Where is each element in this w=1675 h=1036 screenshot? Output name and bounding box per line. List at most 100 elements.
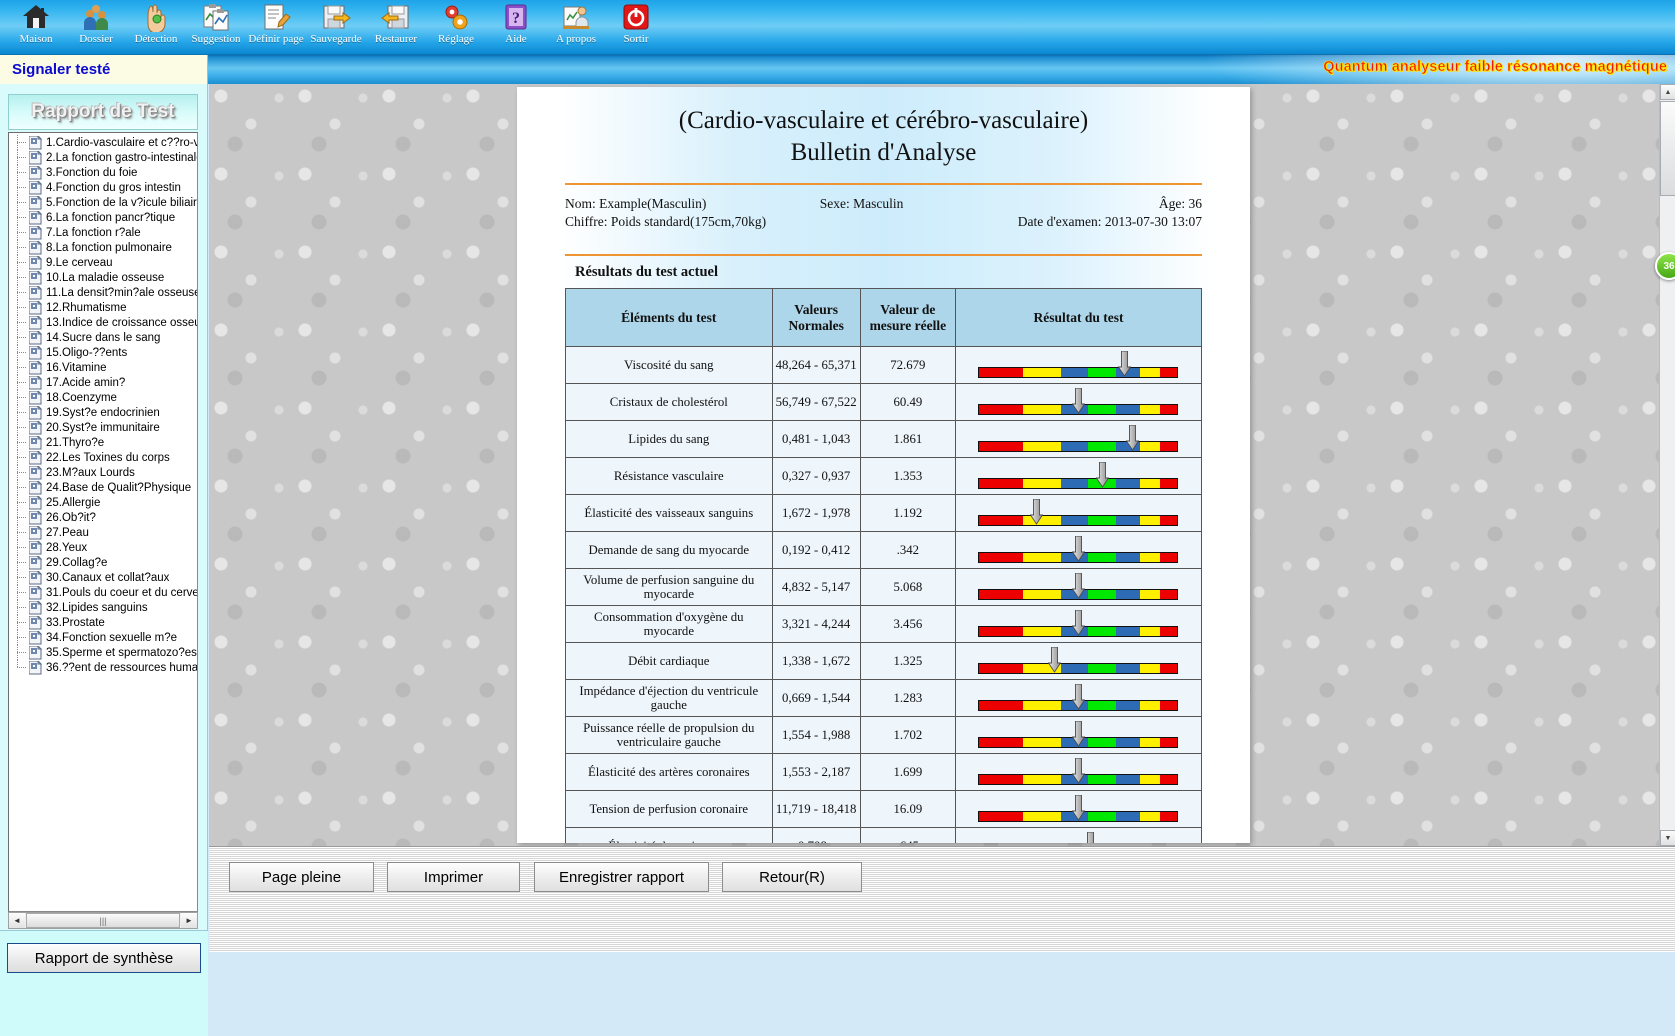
toolbar-item-dossier[interactable]: Dossier (66, 0, 126, 55)
toolbar-item-d-finir-page[interactable]: Définir page (246, 0, 306, 55)
toolbar-item-sortir[interactable]: Sortir (606, 0, 666, 55)
tree-item-1[interactable]: 1.Cardio-vasculaire et c??ro-vascu (9, 135, 197, 150)
cell-element: Tension de perfusion coronaire (566, 791, 773, 828)
scroll-right-arrow-icon[interactable]: ► (181, 913, 197, 928)
gauge-segment (1116, 812, 1140, 821)
tree-item-7[interactable]: 7.La fonction r?ale (9, 225, 197, 240)
toolbar-item-r-glage[interactable]: Réglage (426, 0, 486, 55)
toolbar-item-suggestion[interactable]: Suggestion (186, 0, 246, 55)
tree-item-11[interactable]: 11.La densit?min?ale osseuse (9, 285, 197, 300)
gauge-bar (978, 367, 1178, 378)
gauge-segment (1088, 812, 1116, 821)
document-icon (29, 451, 42, 465)
tree-item-30[interactable]: 30.Canaux et collat?aux (9, 570, 197, 585)
tree-item-24[interactable]: 24.Base de Qualit?Physique (9, 480, 197, 495)
toolbar-item-a-propos[interactable]: A propos (546, 0, 606, 55)
tree-item-2[interactable]: 2.La fonction gastro-intestinale (9, 150, 197, 165)
tree-item-9[interactable]: 9.Le cerveau (9, 255, 197, 270)
gauge-segment (1140, 701, 1160, 710)
tree-item-6[interactable]: 6.La fonction pancr?tique (9, 210, 197, 225)
toolbar-item-aide[interactable]: ?Aide (486, 0, 546, 55)
tree-item-27[interactable]: 27.Peau (9, 525, 197, 540)
tree-connector-icon (13, 525, 29, 540)
tree-item-31[interactable]: 31.Pouls du coeur et du cerveau (9, 585, 197, 600)
tree-item-19[interactable]: 19.Syst?e endocrinien (9, 405, 197, 420)
table-row: Élasticité des vaisseaux sanguins1,672 -… (566, 495, 1202, 532)
toolbar-item-sauvegarde[interactable]: Sauvegarde (306, 0, 366, 55)
tree-item-28[interactable]: 28.Yeux (9, 540, 197, 555)
tree-item-33[interactable]: 33.Prostate (9, 615, 197, 630)
tree-item-14[interactable]: 14.Sucre dans le sang (9, 330, 197, 345)
imprimer-button[interactable]: Imprimer (387, 862, 520, 892)
gauge-marker-arrow-icon (1072, 684, 1085, 710)
backup-save-icon (321, 2, 351, 32)
tree-connector-icon (13, 195, 29, 210)
tree-item-26[interactable]: 26.Ob?it? (9, 510, 197, 525)
gauge-marker-arrow-icon (1118, 351, 1131, 377)
cell-element: Viscosité du sang (566, 347, 773, 384)
tree-item-label: 17.Acide amin? (46, 377, 125, 389)
tree-connector-icon (13, 540, 29, 555)
toolbar-item-restaurer[interactable]: Restaurer (366, 0, 426, 55)
tree-item-32[interactable]: 32.Lipides sanguins (9, 600, 197, 615)
tree-scroll-thumb[interactable]: ||| (26, 913, 180, 928)
enregistrer-rapport-button[interactable]: Enregistrer rapport (534, 862, 709, 892)
scroll-up-arrow-icon[interactable]: ▲ (1660, 84, 1675, 100)
toolbar-item-d-tection[interactable]: Détection (126, 0, 186, 55)
toolbar-item-maison[interactable]: Maison (6, 0, 66, 55)
scroll-left-arrow-icon[interactable]: ◄ (9, 913, 25, 928)
tree-item-label: 16.Vitamine (46, 362, 107, 374)
scroll-down-arrow-icon[interactable]: ▼ (1660, 830, 1675, 846)
cell-measured-value: 5.068 (860, 569, 955, 606)
tree-item-label: 25.Allergie (46, 497, 100, 509)
tree-connector-icon (13, 225, 29, 240)
gauge-segment (1088, 775, 1116, 784)
tree-connector-icon (13, 405, 29, 420)
rapport-de-synthese-button[interactable]: Rapport de synthèse (7, 943, 201, 973)
report-tree[interactable]: 1.Cardio-vasculaire et c??ro-vascu2.La f… (8, 132, 198, 912)
tree-item-20[interactable]: 20.Syst?e immunitaire (9, 420, 197, 435)
toolbar-item-label: Sortir (623, 33, 648, 45)
gauge-marker-arrow-icon (1084, 832, 1097, 843)
cell-result-bar (955, 532, 1201, 569)
tree-connector-icon (13, 645, 29, 660)
tree-item-13[interactable]: 13.Indice de croissance osseuse (9, 315, 197, 330)
document-icon (29, 226, 42, 240)
tree-item-21[interactable]: 21.Thyro?e (9, 435, 197, 450)
tree-item-35[interactable]: 35.Sperme et spermatozo?es (9, 645, 197, 660)
tree-horizontal-scrollbar[interactable]: ◄ ||| ► (8, 912, 198, 929)
tree-item-16[interactable]: 16.Vitamine (9, 360, 197, 375)
viewer-vertical-scrollbar[interactable]: ▲ ▼ (1659, 84, 1675, 846)
document-icon (29, 301, 42, 315)
tree-item-34[interactable]: 34.Fonction sexuelle m?e (9, 630, 197, 645)
cell-normal-range: 1,553 - 2,187 (772, 754, 860, 791)
viewer-scroll-thumb[interactable] (1660, 101, 1675, 196)
tree-item-3[interactable]: 3.Fonction du foie (9, 165, 197, 180)
tree-item-10[interactable]: 10.La maladie osseuse (9, 270, 197, 285)
tree-item-label: 10.La maladie osseuse (46, 272, 164, 284)
cell-normal-range: 1,672 - 1,978 (772, 495, 860, 532)
tree-item-8[interactable]: 8.La fonction pulmonaire (9, 240, 197, 255)
gauge-segment (979, 590, 1023, 599)
tree-item-25[interactable]: 25.Allergie (9, 495, 197, 510)
tree-item-15[interactable]: 15.Oligo-??ents (9, 345, 197, 360)
tree-item-29[interactable]: 29.Collag?e (9, 555, 197, 570)
tree-item-label: 34.Fonction sexuelle m?e (46, 632, 177, 644)
tree-item-12[interactable]: 12.Rhumatisme (9, 300, 197, 315)
document-icon (29, 346, 42, 360)
tree-item-23[interactable]: 23.M?aux Lourds (9, 465, 197, 480)
retour-button[interactable]: Retour(R) (722, 862, 862, 892)
tree-item-label: 11.La densit?min?ale osseuse (46, 287, 197, 299)
tree-item-5[interactable]: 5.Fonction de la v?icule biliaire (9, 195, 197, 210)
gauge-segment (1160, 479, 1178, 488)
cell-element: Volume de perfusion sanguine du myocarde (566, 569, 773, 606)
tree-item-4[interactable]: 4.Fonction du gros intestin (9, 180, 197, 195)
help-book-icon: ? (501, 2, 531, 32)
tree-item-17[interactable]: 17.Acide amin? (9, 375, 197, 390)
document-icon (29, 586, 42, 600)
page-pleine-button[interactable]: Page pleine (229, 862, 374, 892)
document-icon (29, 616, 42, 630)
tree-item-18[interactable]: 18.Coenzyme (9, 390, 197, 405)
tree-item-22[interactable]: 22.Les Toxines du corps (9, 450, 197, 465)
tree-item-36[interactable]: 36.??ent de ressources humaines (9, 660, 197, 675)
